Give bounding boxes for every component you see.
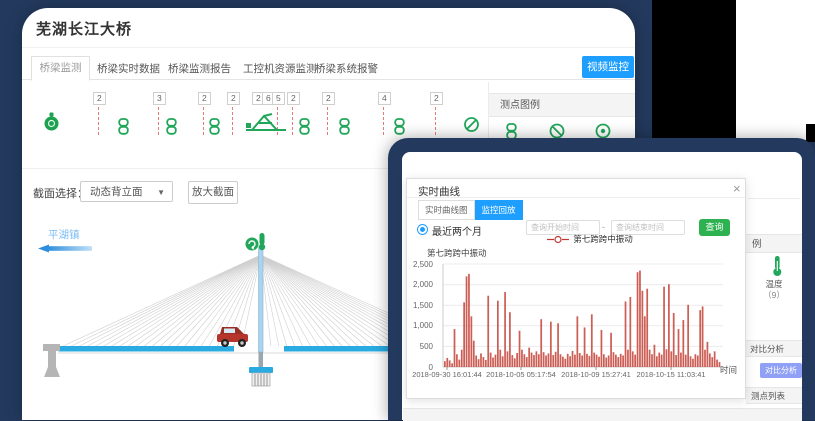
chain-icon[interactable] [117, 118, 130, 135]
side-divider [748, 198, 800, 199]
screen: 芜湖长江大桥 视频监控 测点图例 截面选择： 动态背立面 ▼ 放大截面 平湖镇 [0, 0, 815, 420]
strip-divider [22, 168, 388, 169]
video-monitor-button[interactable]: 视频监控 [582, 56, 634, 78]
chain-icon[interactable] [393, 118, 406, 135]
backdrop-black-area [652, 0, 736, 140]
chain-icon[interactable] [298, 118, 311, 135]
x-axis-tick-label: 2018-10-05 05:17:54 [486, 370, 556, 379]
compare-section-header: 对比分析 [746, 340, 802, 357]
x-axis-tick-label: 2018-10-15 11:03:41 [636, 370, 705, 379]
dialog-tab-2[interactable]: 监控回放 [475, 200, 523, 220]
tab-2[interactable]: 桥梁实时数据 [97, 61, 160, 76]
tab-5[interactable]: 桥梁系统报警 [315, 61, 378, 76]
backdrop-black-sliver [806, 124, 815, 142]
chain-icon[interactable] [165, 118, 178, 135]
bottom-section-band [403, 408, 802, 421]
abutment [43, 344, 60, 377]
sensor-count-badge: 2 [430, 92, 443, 105]
dialog-tab-1[interactable]: 实时曲线图 [418, 200, 475, 220]
y-axis-tick-label: 500 [395, 342, 433, 351]
chart-legend: 第七跨跨中振动 [406, 233, 746, 245]
x-axis-tick-label: 2018-10-09 15:27:41 [561, 370, 631, 379]
tab-4[interactable]: 工控机资源监测 [243, 61, 317, 76]
sensor-count-badge: 5 [272, 92, 285, 105]
x-axis-name: 时间 [720, 364, 737, 376]
y-axis-tick-label: 2,500 [395, 260, 433, 269]
dashed-line [435, 107, 436, 135]
dialog-title-divider [407, 197, 745, 198]
points-list-header: 测点列表 [746, 387, 802, 404]
vibration-chart [435, 258, 729, 376]
chevron-down-icon: ▼ [157, 182, 165, 203]
page-title: 芜湖长江大桥 [36, 18, 132, 39]
ban-icon[interactable] [463, 116, 480, 133]
car [217, 327, 248, 347]
thermometer-icon[interactable] [770, 255, 785, 277]
chain-icon[interactable] [338, 118, 351, 135]
chain-icon[interactable] [208, 118, 221, 135]
thermometer-icon [260, 233, 265, 245]
tabbar-divider [22, 79, 635, 80]
dashed-line [203, 107, 204, 135]
dashed-line [158, 107, 159, 135]
dashed-line [327, 107, 328, 135]
enlarge-section-button[interactable]: 放大截面 [188, 181, 238, 204]
tab-3[interactable]: 桥梁监测报告 [168, 61, 231, 76]
compare-analysis-button[interactable]: 对比分析 [760, 363, 802, 378]
sensor-count-badge: 2 [227, 92, 240, 105]
close-icon[interactable]: × [733, 181, 741, 196]
legend-series-name: 第七跨跨中振动 [573, 233, 633, 245]
tab-1[interactable]: 桥梁监测 [31, 56, 90, 81]
x-axis-tick-label: 2018-09-30 16:01:44 [412, 370, 482, 379]
section-select[interactable]: 动态背立面 ▼ [80, 181, 173, 202]
sensor-count-badge: 2 [93, 92, 106, 105]
range-separator: - [602, 222, 605, 232]
sensor-count-badge: 4 [378, 92, 391, 105]
dashed-line [383, 107, 384, 135]
side-legend-header: 例 [746, 234, 802, 253]
timer-icon[interactable] [43, 112, 60, 132]
truss-icon[interactable] [243, 110, 289, 134]
temperature-count: （9） [748, 289, 800, 301]
title-divider [22, 47, 635, 48]
sensor-count-badge: 2 [287, 92, 300, 105]
section-select-value: 动态背立面 [90, 186, 143, 198]
y-axis-tick-label: 1,000 [395, 321, 433, 330]
dashed-line [98, 107, 99, 135]
dashed-line [292, 107, 293, 135]
legend-panel-header: 测点图例 [489, 93, 635, 117]
backdrop-white-area [736, 0, 815, 140]
y-axis-tick-label: 1,500 [395, 301, 433, 310]
tower-sensor-icons[interactable] [246, 233, 266, 251]
sensor-count-badge: 2 [322, 92, 335, 105]
sensor-count-badge: 2 [198, 92, 211, 105]
legend-marker-icon [547, 235, 569, 244]
sensor-count-badge: 3 [153, 92, 166, 105]
dashed-line [232, 107, 233, 135]
y-axis-tick-label: 2,000 [395, 280, 433, 289]
